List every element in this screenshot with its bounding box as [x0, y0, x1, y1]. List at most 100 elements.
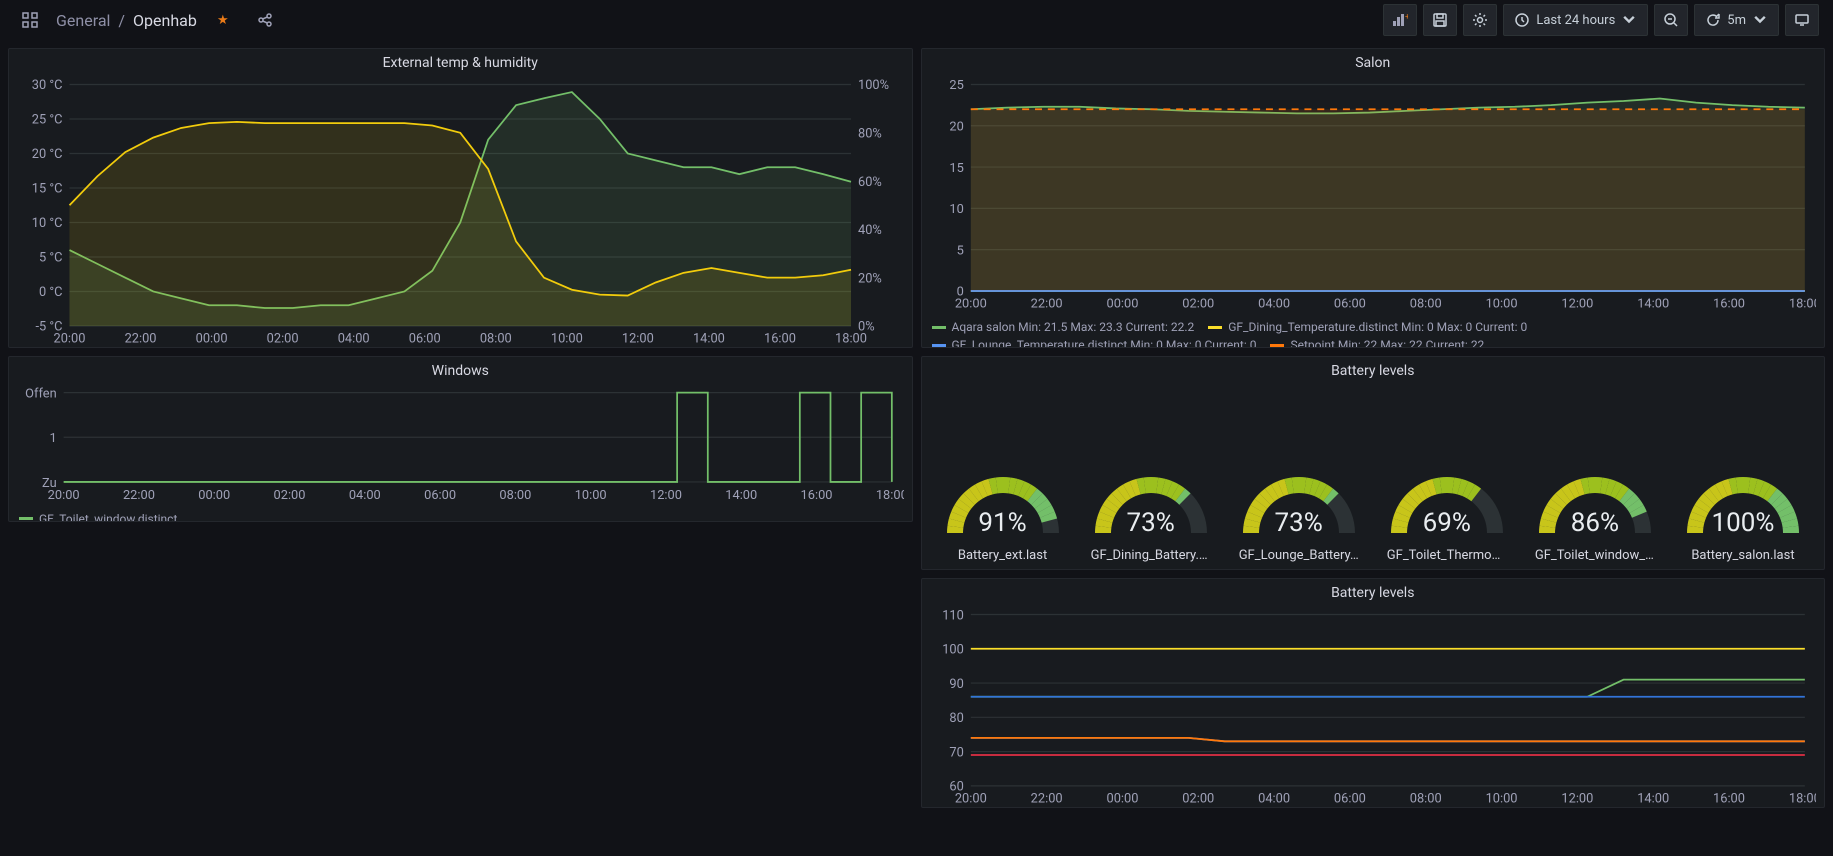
svg-text:14:00: 14:00 — [1637, 296, 1669, 311]
svg-text:20:00: 20:00 — [48, 488, 80, 503]
gauge: 100% Battery_salon.last — [1672, 393, 1814, 563]
svg-text:100: 100 — [942, 642, 964, 657]
panel-title: Battery levels — [922, 579, 1825, 605]
gauge: 91% Battery_ext.last — [932, 393, 1074, 563]
svg-text:15: 15 — [949, 161, 963, 176]
svg-text:18:00: 18:00 — [835, 331, 867, 346]
svg-text:5 °C: 5 °C — [39, 251, 63, 266]
svg-text:20:00: 20:00 — [954, 296, 986, 311]
svg-text:16:00: 16:00 — [801, 488, 833, 503]
svg-text:5: 5 — [956, 243, 963, 258]
panel-title: Battery levels — [922, 357, 1825, 383]
svg-text:14:00: 14:00 — [725, 488, 757, 503]
tv-mode-button[interactable] — [1785, 4, 1819, 36]
gauge-label: GF_Lounge_Battery.l... — [1239, 548, 1359, 563]
svg-text:18:00: 18:00 — [876, 488, 904, 503]
add-panel-button[interactable]: + — [1383, 4, 1417, 36]
panel-battery-lines[interactable]: Battery levels 6070809010011020:0022:000… — [921, 578, 1826, 808]
svg-text:70: 70 — [949, 745, 963, 760]
svg-text:+: + — [1405, 12, 1408, 21]
gauge: 86% GF_Toilet_window_b... — [1524, 393, 1666, 563]
svg-text:04:00: 04:00 — [1258, 296, 1290, 311]
svg-text:16:00: 16:00 — [764, 331, 796, 346]
panel-title: Salon — [922, 49, 1825, 75]
gauge: 69% GF_Toilet_Thermost... — [1376, 393, 1518, 563]
panel-salon[interactable]: Salon 051015202520:0022:0000:0002:0004:0… — [921, 48, 1826, 348]
legend-aqara[interactable]: Aqara salon Min: 21.5 Max: 23.3 Current:… — [932, 320, 1195, 334]
gauge-value: 86% — [1535, 508, 1655, 538]
svg-text:Offen: Offen — [25, 386, 56, 401]
svg-text:12:00: 12:00 — [1561, 296, 1593, 311]
gauge: 73% GF_Dining_Battery.last — [1080, 393, 1222, 563]
panel-windows[interactable]: Windows Zu1Offen20:0022:0000:0002:0004:0… — [8, 356, 913, 522]
dashboard-grid-icon[interactable] — [14, 6, 46, 34]
svg-text:08:00: 08:00 — [499, 488, 531, 503]
legend-lounge[interactable]: GF_Lounge_Temperature.distinct Min: 0 Ma… — [932, 338, 1257, 348]
svg-text:20 °C: 20 °C — [32, 147, 63, 162]
breadcrumb: General / Openhab — [56, 11, 197, 30]
svg-text:00:00: 00:00 — [196, 331, 228, 346]
svg-text:10:00: 10:00 — [1485, 296, 1517, 311]
panel-external-temp-humidity[interactable]: External temp & humidity -5 °C0 °C5 °C10… — [8, 48, 913, 348]
breadcrumb-dashboard: Openhab — [133, 11, 197, 30]
svg-text:10 °C: 10 °C — [32, 216, 63, 231]
legend-dining[interactable]: GF_Dining_Temperature.distinct Min: 0 Ma… — [1208, 320, 1527, 334]
svg-text:80%: 80% — [858, 126, 882, 141]
svg-text:00:00: 00:00 — [1106, 296, 1138, 311]
svg-text:08:00: 08:00 — [1409, 791, 1441, 806]
svg-text:22:00: 22:00 — [123, 488, 155, 503]
svg-text:90: 90 — [949, 677, 963, 692]
svg-text:02:00: 02:00 — [274, 488, 306, 503]
svg-text:25 °C: 25 °C — [32, 113, 63, 128]
legend-toilet-window[interactable]: GF_Toilet_window.distinct — [19, 512, 177, 522]
svg-text:18:00: 18:00 — [1788, 296, 1816, 311]
star-icon[interactable]: ★ — [207, 6, 239, 34]
svg-text:22:00: 22:00 — [125, 331, 157, 346]
gauge: 73% GF_Lounge_Battery.l... — [1228, 393, 1370, 563]
svg-text:40%: 40% — [858, 223, 882, 238]
refresh-button[interactable]: 5m — [1694, 4, 1779, 36]
svg-text:06:00: 06:00 — [409, 331, 441, 346]
share-icon[interactable] — [249, 6, 281, 34]
svg-text:04:00: 04:00 — [1258, 791, 1290, 806]
svg-text:110: 110 — [942, 608, 964, 623]
timepicker-button[interactable]: Last 24 hours — [1503, 4, 1648, 36]
gauge-value: 69% — [1387, 508, 1507, 538]
breadcrumb-separator: / — [118, 11, 125, 30]
gauge-value: 100% — [1683, 508, 1803, 538]
chart-windows: Zu1Offen20:0022:0000:0002:0004:0006:0008… — [17, 383, 904, 504]
legend-setpoint[interactable]: Setpoint Min: 22 Max: 22 Current: 22 — [1270, 338, 1484, 348]
svg-text:14:00: 14:00 — [693, 331, 725, 346]
save-button[interactable] — [1423, 4, 1457, 36]
svg-text:30 °C: 30 °C — [32, 78, 63, 93]
svg-text:08:00: 08:00 — [480, 331, 512, 346]
topbar: General / Openhab ★ + Last 24 hours 5m — [0, 0, 1833, 40]
gauge-label: GF_Toilet_Thermost... — [1387, 548, 1507, 563]
svg-text:10: 10 — [949, 202, 963, 217]
panel-battery-gauges[interactable]: Battery levels 91% Battery_ext.last 73% GF_… — [921, 356, 1826, 570]
chart-battery-lines: 6070809010011020:0022:0000:0002:0004:000… — [930, 605, 1817, 807]
svg-text:60%: 60% — [858, 175, 882, 190]
svg-text:06:00: 06:00 — [1333, 791, 1365, 806]
gauge-label: GF_Toilet_window_b... — [1535, 548, 1655, 563]
svg-text:0 °C: 0 °C — [39, 285, 63, 300]
svg-text:80: 80 — [949, 711, 963, 726]
svg-text:100%: 100% — [858, 78, 889, 93]
svg-text:15 °C: 15 °C — [32, 182, 63, 197]
gauge-value: 91% — [943, 508, 1063, 538]
zoom-out-button[interactable] — [1654, 4, 1688, 36]
svg-text:22:00: 22:00 — [1030, 296, 1062, 311]
gauge-value: 73% — [1091, 508, 1211, 538]
gauge-label: Battery_salon.last — [1691, 548, 1794, 563]
dashboard-grid: External temp & humidity -5 °C0 °C5 °C10… — [0, 40, 1833, 816]
svg-text:12:00: 12:00 — [622, 331, 654, 346]
svg-text:20: 20 — [949, 119, 963, 134]
gauge-label: Battery_ext.last — [958, 548, 1047, 563]
gauge-value: 73% — [1239, 508, 1359, 538]
svg-text:00:00: 00:00 — [198, 488, 230, 503]
svg-text:22:00: 22:00 — [1030, 791, 1062, 806]
settings-button[interactable] — [1463, 4, 1497, 36]
svg-text:10:00: 10:00 — [551, 331, 583, 346]
breadcrumb-folder[interactable]: General — [56, 11, 110, 30]
gauge-label: GF_Dining_Battery.last — [1091, 548, 1211, 563]
